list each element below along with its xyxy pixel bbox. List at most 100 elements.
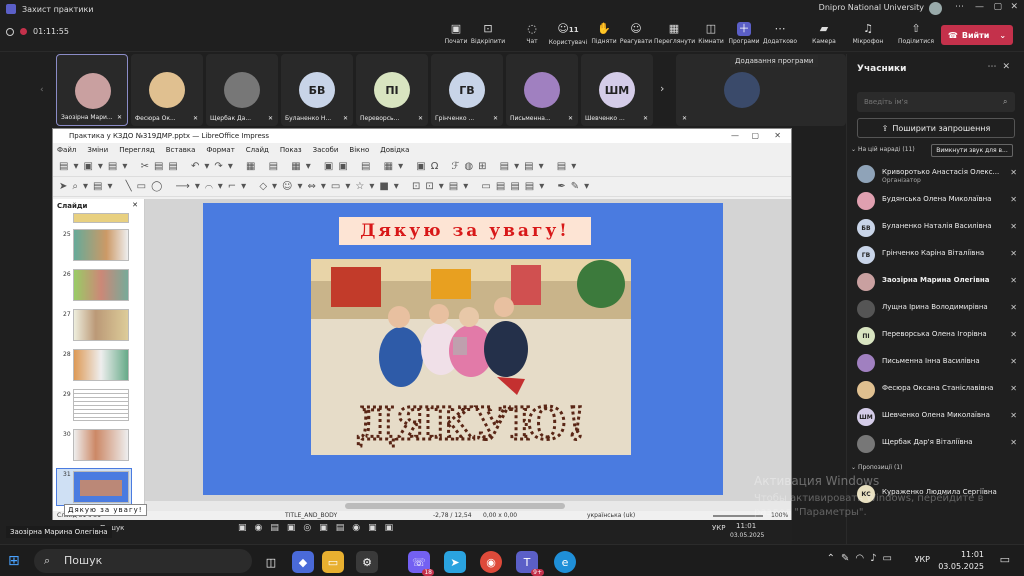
menu-tools[interactable]: Засоби bbox=[313, 146, 339, 154]
toolbar-share[interactable]: ⇧ Поділитися bbox=[896, 22, 936, 45]
menu-insert[interactable]: Вставка bbox=[166, 146, 196, 154]
slide-thumbnail[interactable]: 26 bbox=[57, 269, 131, 303]
participant-row[interactable]: Криворотько Анастасія Олекс... Організато… bbox=[855, 162, 1019, 186]
search-input[interactable] bbox=[857, 92, 1015, 112]
current-slide[interactable]: Дякую за увагу! ДЯКУЮ! bbox=[203, 203, 723, 495]
toolbar-unpin[interactable]: ⊡ Відкріпити bbox=[468, 22, 508, 45]
share-invite-button[interactable]: ⇪ Поширити запрошення bbox=[857, 118, 1015, 138]
task-view-icon[interactable]: ◫ bbox=[260, 551, 282, 573]
horizontal-scrollbar[interactable] bbox=[145, 501, 791, 511]
drawing-toolbar[interactable]: ➤⌕▾▤▾ ╲▭◯ ⟶▾⌒▾⌐▾ ◇▾☺▾⇔▾▭▾☆▾■▾ ⊡⊡▾▤▾ ▭▤▤▤… bbox=[53, 177, 791, 197]
participant-row[interactable]: Лущна Ірина Володимирівна ✕ bbox=[855, 297, 1019, 321]
participant-tile[interactable]: БВ Буланенко Н... ✕ bbox=[281, 54, 353, 126]
menu-edit[interactable]: Зміни bbox=[87, 146, 108, 154]
slide-thumbnail[interactable]: 25 bbox=[57, 229, 131, 263]
menu-window[interactable]: Вікно bbox=[349, 146, 369, 154]
minimize-icon[interactable]: — bbox=[975, 2, 984, 12]
meeting-timer: 01:11:55 bbox=[6, 27, 69, 36]
notifications-icon[interactable]: ▭ bbox=[1000, 553, 1010, 566]
volume-icon[interactable]: ♪ bbox=[870, 553, 882, 564]
menu-view[interactable]: Перегляд bbox=[119, 146, 155, 154]
system-clock[interactable]: 11:01 03.05.2025 bbox=[938, 549, 984, 573]
maximize-icon[interactable]: ▢ bbox=[993, 2, 1002, 12]
participant-tile[interactable]: ГВ Грінченко ... ✕ bbox=[431, 54, 503, 126]
toolbar-more[interactable]: ⋯ Додатково bbox=[760, 22, 800, 45]
toolbar-view[interactable]: ▦ Переглянути bbox=[654, 22, 695, 45]
participant-row[interactable]: Заозірна Марина Олегівна ✕ bbox=[855, 270, 1019, 294]
window-title: Захист практики bbox=[22, 4, 94, 14]
chevron-up-icon[interactable]: ⌃ bbox=[827, 553, 841, 564]
standard-toolbar[interactable]: ▤▾▣▾▤▾ ✂▤▤ ↶▾↷▾ ▦ ▤ ▦▾ ▣▣ ▤ ▦▾ ▣Ω ℱ◍⊞ ▤▾… bbox=[53, 157, 791, 177]
chevron-down-icon: ⌄ bbox=[851, 146, 858, 153]
wifi-icon[interactable]: ◠ bbox=[855, 553, 870, 564]
taskbar-search[interactable]: ⌕ Пошук bbox=[34, 549, 252, 573]
slide-editing-area[interactable]: Дякую за увагу! ДЯКУЮ! bbox=[145, 199, 791, 511]
participant-row[interactable]: ГВ Грінченко Каріна Віталіївна ✕ bbox=[855, 243, 1019, 267]
copilot-icon[interactable]: ◆ bbox=[292, 551, 314, 573]
participant-tile[interactable]: Щербак Да... ✕ bbox=[206, 54, 278, 126]
close-icon[interactable]: ✕ bbox=[774, 131, 781, 140]
participant-row[interactable]: Письменна Інна Василівна ✕ bbox=[855, 351, 1019, 375]
menu-format[interactable]: Формат bbox=[206, 146, 234, 154]
mute-all-button[interactable]: Вимкнути звук для в... bbox=[931, 144, 1013, 157]
menu-slide[interactable]: Слайд bbox=[246, 146, 269, 154]
participant-row[interactable]: БВ Буланенко Наталія Василівна ✕ bbox=[855, 216, 1019, 240]
chrome-icon[interactable]: ◉ bbox=[480, 551, 502, 573]
close-icon[interactable]: ✕ bbox=[132, 201, 138, 209]
section-header[interactable]: ⌄ На цій нараді (11) bbox=[851, 146, 915, 153]
mic-off-icon: ✕ bbox=[642, 115, 648, 122]
toolbar-apps[interactable]: ＋ Програми bbox=[724, 22, 764, 45]
participant-row[interactable]: Фесюра Оксана Станіславівна ✕ bbox=[855, 378, 1019, 402]
close-icon[interactable]: ✕ bbox=[1002, 62, 1016, 72]
slide-photo[interactable]: ДЯКУЮ! bbox=[311, 259, 631, 455]
toolbar-mic[interactable]: ♫ Мікрофон bbox=[848, 22, 888, 45]
participant-tile[interactable]: ПІ Переворсь... ✕ bbox=[356, 54, 428, 126]
pen-icon[interactable]: ✎ bbox=[841, 553, 855, 564]
unpin-icon: ⊡ bbox=[483, 22, 493, 35]
slide-thumbnail[interactable]: 30 bbox=[57, 429, 131, 463]
language-status[interactable]: українська (uk) bbox=[587, 512, 635, 519]
participant-tile[interactable]: Письменна... ✕ bbox=[506, 54, 578, 126]
slide-thumbnail[interactable]: 27 bbox=[57, 309, 131, 343]
chevron-down-icon[interactable]: ⌄ bbox=[999, 31, 1006, 40]
teams-icon[interactable]: T 9+ bbox=[516, 551, 544, 576]
slide-thumbnail[interactable]: 29 bbox=[57, 389, 131, 423]
participant-row[interactable]: Будянська Олена Миколаївна ✕ bbox=[855, 189, 1019, 213]
toolbar-chat[interactable]: ◌ Чат bbox=[512, 22, 552, 45]
suggestions-header[interactable]: ⌄ Пропозиції (1) bbox=[851, 464, 902, 471]
toolbar-people[interactable]: ☺11 Користувачі bbox=[548, 22, 588, 46]
more-icon[interactable]: ⋯ bbox=[987, 62, 1002, 72]
minimize-icon[interactable]: — bbox=[731, 131, 739, 140]
settings-icon[interactable]: ⚙ bbox=[356, 551, 378, 573]
toolbar-react[interactable]: ☺ Реагувати bbox=[616, 22, 656, 45]
toolbar-camera[interactable]: ▰ Камера bbox=[804, 22, 844, 45]
leave-button[interactable]: ☎ Вийти ⌄ bbox=[941, 25, 1013, 45]
menu-help[interactable]: Довідка bbox=[380, 146, 409, 154]
participant-tile[interactable]: ШМ Шевченко ... ✕ bbox=[581, 54, 653, 126]
participant-row[interactable]: ПІ Переворська Олена Ігорівна ✕ bbox=[855, 324, 1019, 348]
shield-icon bbox=[6, 27, 14, 36]
slide-title[interactable]: Дякую за увагу! bbox=[339, 217, 591, 245]
account-avatar[interactable] bbox=[929, 2, 942, 15]
participant-row[interactable]: Щербак Дар'я Віталіївна ✕ bbox=[855, 432, 1019, 456]
slide-thumbnail-selected[interactable]: 31 bbox=[56, 468, 132, 506]
telegram-icon[interactable]: ➤ bbox=[444, 551, 466, 573]
participant-tile[interactable]: Фесюра Ок... ✕ bbox=[131, 54, 203, 126]
chevron-right-icon[interactable]: › bbox=[660, 82, 664, 95]
windows-start-icon[interactable]: ⊞ bbox=[8, 553, 20, 569]
menu-file[interactable]: Файл bbox=[57, 146, 76, 154]
participant-row[interactable]: ШМ Шевченко Олена Миколаївна ✕ bbox=[855, 405, 1019, 429]
viber-icon[interactable]: ☏ 18 bbox=[408, 551, 434, 576]
close-icon[interactable]: ✕ bbox=[1010, 2, 1018, 12]
menu-show[interactable]: Показ bbox=[280, 146, 302, 154]
file-explorer-icon[interactable]: ▭ bbox=[322, 551, 344, 573]
more-icon[interactable]: ⋯ bbox=[955, 2, 964, 12]
maximize-icon[interactable]: ▢ bbox=[751, 131, 759, 140]
edge-icon[interactable]: e bbox=[554, 551, 576, 573]
participant-tile[interactable]: Заозірна Мари... ✕ bbox=[56, 54, 128, 126]
slide-thumbnail[interactable]: 28 bbox=[57, 349, 131, 383]
battery-icon[interactable]: ▭ bbox=[883, 553, 898, 564]
language-indicator[interactable]: УКР bbox=[915, 555, 930, 564]
slide-thumbnail[interactable] bbox=[57, 213, 131, 223]
impress-window: Практика у КЗДО №319ДМР.pptx — LibreOffi… bbox=[52, 128, 792, 521]
